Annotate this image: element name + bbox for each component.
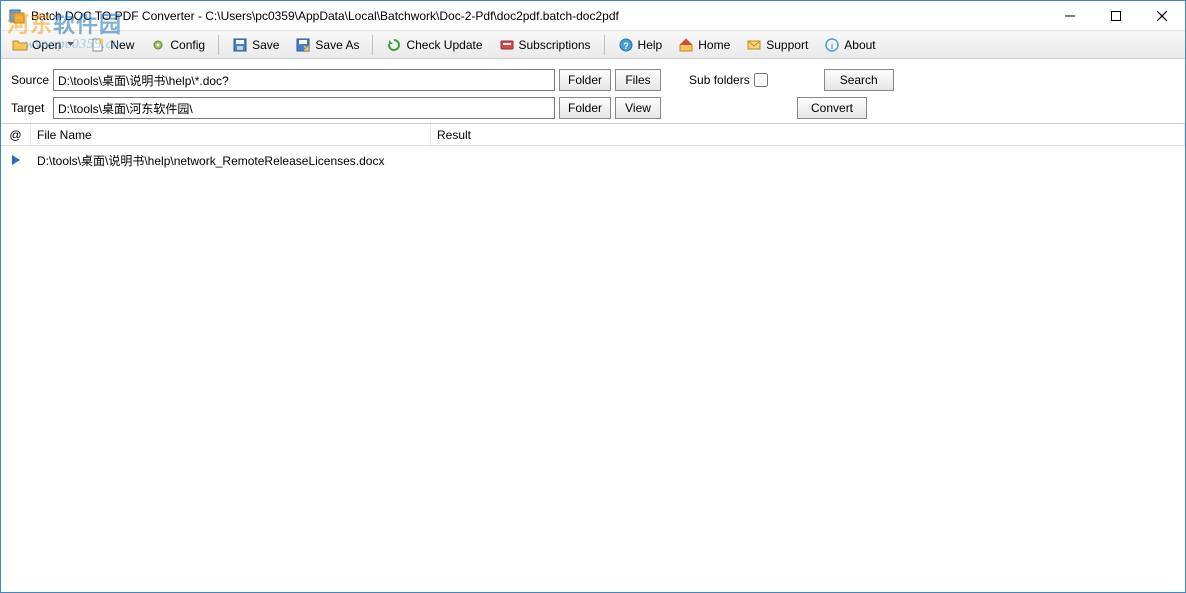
new-label: New bbox=[110, 38, 134, 52]
list-body: D:\tools\桌面\说明书\help\network_RemoteRelea… bbox=[1, 146, 1185, 174]
source-input[interactable] bbox=[53, 69, 555, 91]
help-button[interactable]: ? Help bbox=[611, 34, 670, 56]
window-title: Batch DOC TO PDF Converter - C:\Users\pc… bbox=[31, 9, 1047, 23]
dropdown-caret-icon bbox=[67, 41, 74, 48]
saveas-icon bbox=[295, 37, 311, 53]
help-label: Help bbox=[638, 38, 663, 52]
subscriptions-label: Subscriptions bbox=[519, 38, 591, 52]
open-button[interactable]: Open bbox=[5, 34, 81, 56]
target-view-button[interactable]: View bbox=[615, 97, 661, 119]
toolbar-separator bbox=[604, 35, 605, 55]
svg-text:i: i bbox=[831, 41, 834, 51]
saveas-label: Save As bbox=[315, 38, 359, 52]
search-button[interactable]: Search bbox=[824, 69, 894, 91]
open-label: Open bbox=[32, 38, 61, 52]
svg-text:?: ? bbox=[623, 41, 629, 51]
app-icon bbox=[9, 8, 25, 24]
filter-panel: Source Folder Files Sub folders Search T… bbox=[1, 59, 1185, 124]
open-folder-icon bbox=[12, 37, 28, 53]
window-controls bbox=[1047, 1, 1185, 30]
refresh-icon bbox=[386, 37, 402, 53]
config-button[interactable]: Config bbox=[143, 34, 212, 56]
config-label: Config bbox=[170, 38, 205, 52]
about-button[interactable]: i About bbox=[817, 34, 882, 56]
titlebar: Batch DOC TO PDF Converter - C:\Users\pc… bbox=[1, 1, 1185, 31]
saveas-button[interactable]: Save As bbox=[288, 34, 366, 56]
checkupdate-label: Check Update bbox=[406, 38, 482, 52]
subfolders-label: Sub folders bbox=[689, 73, 750, 87]
target-folder-button[interactable]: Folder bbox=[559, 97, 611, 119]
toolbar-separator bbox=[218, 35, 219, 55]
save-label: Save bbox=[252, 38, 279, 52]
new-file-icon bbox=[90, 37, 106, 53]
convert-button[interactable]: Convert bbox=[797, 97, 867, 119]
info-icon: i bbox=[824, 37, 840, 53]
target-label: Target bbox=[11, 101, 49, 115]
checkupdate-button[interactable]: Check Update bbox=[379, 34, 489, 56]
source-files-button[interactable]: Files bbox=[615, 69, 661, 91]
save-icon bbox=[232, 37, 248, 53]
source-folder-button[interactable]: Folder bbox=[559, 69, 611, 91]
help-icon: ? bbox=[618, 37, 634, 53]
minimize-button[interactable] bbox=[1047, 1, 1093, 30]
support-label: Support bbox=[766, 38, 808, 52]
home-icon bbox=[678, 37, 694, 53]
home-label: Home bbox=[698, 38, 730, 52]
toolbar: Open New Config Save Save As Check Updat… bbox=[1, 31, 1185, 59]
close-button[interactable] bbox=[1139, 1, 1185, 30]
list-header: @ File Name Result bbox=[1, 124, 1185, 146]
col-header-result[interactable]: Result bbox=[431, 124, 1185, 145]
new-button[interactable]: New bbox=[83, 34, 141, 56]
source-label: Source bbox=[11, 73, 49, 87]
row-play-icon bbox=[1, 155, 31, 165]
col-header-filename[interactable]: File Name bbox=[31, 124, 431, 145]
mail-icon bbox=[746, 37, 762, 53]
list-row[interactable]: D:\tools\桌面\说明书\help\network_RemoteRelea… bbox=[1, 150, 1185, 170]
support-button[interactable]: Support bbox=[739, 34, 815, 56]
subfolders-checkbox[interactable] bbox=[754, 73, 768, 87]
row-filename: D:\tools\桌面\说明书\help\network_RemoteRelea… bbox=[31, 152, 431, 169]
toolbar-separator bbox=[372, 35, 373, 55]
maximize-button[interactable] bbox=[1093, 1, 1139, 30]
subscriptions-button[interactable]: Subscriptions bbox=[492, 34, 598, 56]
col-header-at[interactable]: @ bbox=[1, 124, 31, 145]
gear-icon bbox=[150, 37, 166, 53]
target-input[interactable] bbox=[53, 97, 555, 119]
home-button[interactable]: Home bbox=[671, 34, 737, 56]
about-label: About bbox=[844, 38, 875, 52]
cart-icon bbox=[499, 37, 515, 53]
save-button[interactable]: Save bbox=[225, 34, 286, 56]
